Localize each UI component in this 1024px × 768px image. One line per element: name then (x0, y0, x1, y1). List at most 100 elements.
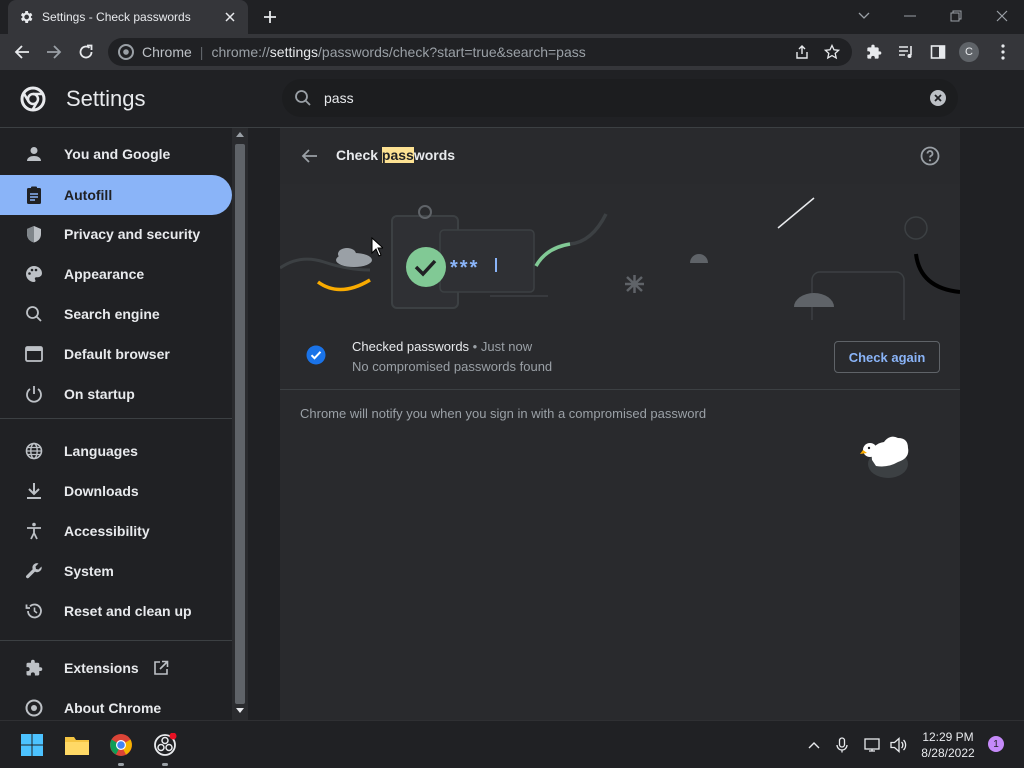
network-icon[interactable] (863, 735, 883, 755)
chrome-logo-icon (20, 86, 46, 112)
back-arrow-icon[interactable] (298, 144, 322, 168)
address-bar[interactable]: Chrome | chrome://settings/passwords/che… (108, 38, 852, 66)
sidebar-item-autofill[interactable]: Autofill (0, 175, 232, 215)
external-link-icon (153, 660, 169, 676)
sidebar-item-label: Search engine (64, 306, 160, 322)
chrome-taskbar-icon[interactable] (107, 731, 135, 759)
password-check-status: Checked passwords • Just now No compromi… (280, 320, 960, 390)
sidebar-item-on-startup[interactable]: On startup (0, 374, 232, 414)
sidebar-item-default-browser[interactable]: Default browser (0, 334, 232, 374)
sidebar-item-downloads[interactable]: Downloads (0, 471, 232, 511)
notification-badge[interactable]: 1 (988, 736, 1004, 752)
sidebar-item-label: Downloads (64, 483, 139, 499)
system-clock[interactable]: 12:29 PM 8/28/2022 (912, 729, 984, 761)
scroll-down-arrow-icon[interactable] (236, 708, 244, 713)
file-explorer-icon[interactable] (63, 731, 91, 759)
url-prefix: chrome:// (211, 44, 270, 60)
sidebar-item-languages[interactable]: Languages (0, 431, 232, 471)
close-window-button[interactable] (984, 4, 1020, 28)
sidebar-item-label: Extensions (64, 660, 139, 676)
palette-icon (24, 264, 44, 284)
search-query: pass (324, 90, 354, 106)
sidebar-item-accessibility[interactable]: Accessibility (0, 511, 232, 551)
forward-arrow-icon[interactable] (41, 39, 67, 65)
minimize-button[interactable] (892, 4, 928, 28)
chrome-running-indicator (118, 763, 124, 766)
chevron-up-icon[interactable] (804, 735, 824, 755)
restore-button[interactable] (938, 4, 974, 28)
puzzle-icon[interactable] (861, 39, 887, 65)
chrome-icon (118, 44, 134, 60)
sidebar-item-privacy[interactable]: Privacy and security (0, 214, 232, 254)
profile-avatar[interactable]: C (959, 42, 979, 62)
sidebar-item-system[interactable]: System (0, 551, 232, 591)
accessibility-icon (24, 521, 44, 541)
browser-toolbar: Chrome | chrome://settings/passwords/che… (0, 34, 1024, 70)
settings-search-input[interactable]: pass (282, 79, 958, 117)
sidebar-item-label: Default browser (64, 346, 170, 362)
chrome-icon (24, 698, 44, 718)
media-control-icon[interactable] (893, 39, 919, 65)
sidebar-item-label: Reset and clean up (64, 603, 192, 619)
sidebar-item-you-and-google[interactable]: You and Google (0, 134, 232, 174)
microphone-icon[interactable] (832, 735, 852, 755)
sidebar-divider (0, 640, 232, 641)
more-menu-icon[interactable] (990, 39, 1016, 65)
side-panel-icon[interactable] (925, 39, 951, 65)
volume-icon[interactable] (889, 735, 909, 755)
tab-title: Settings - Check passwords (42, 10, 191, 24)
search-highlight: pass (381, 147, 414, 163)
back-arrow-icon[interactable] (9, 39, 35, 65)
search-icon (294, 89, 312, 107)
status-timestamp: • Just now (469, 339, 533, 354)
url-host: settings (269, 44, 319, 60)
settings-sidebar: You and Google Autofill Privacy and secu… (0, 128, 232, 720)
scroll-up-arrow-icon[interactable] (236, 132, 244, 137)
windows-start-icon[interactable] (18, 731, 46, 759)
status-title-text: Checked passwords (352, 339, 470, 354)
tab-search-icon[interactable] (846, 4, 882, 28)
shield-icon (24, 224, 44, 244)
reload-icon[interactable] (73, 39, 99, 65)
card-header: Check passwords (280, 128, 960, 184)
tab-strip: Settings - Check passwords (0, 0, 1024, 34)
sidebar-item-reset[interactable]: Reset and clean up (0, 591, 232, 631)
omnibox-site-label: Chrome (142, 44, 192, 60)
new-tab-button[interactable] (258, 6, 282, 28)
star-icon[interactable] (820, 40, 844, 64)
search-icon (24, 304, 44, 324)
status-subtitle: No compromised passwords found (352, 359, 553, 374)
sidebar-item-extensions[interactable]: Extensions (0, 648, 232, 688)
sidebar-item-search-engine[interactable]: Search engine (0, 294, 232, 334)
share-icon[interactable] (790, 40, 814, 64)
browser-icon (24, 344, 44, 364)
power-icon (24, 384, 44, 404)
sidebar-item-label: You and Google (64, 146, 171, 162)
download-icon (24, 481, 44, 501)
help-icon[interactable] (918, 144, 942, 168)
sidebar-scrollbar[interactable] (232, 128, 248, 720)
puzzle-icon (24, 658, 44, 678)
check-again-button[interactable]: Check again (834, 341, 940, 373)
obs-running-indicator (162, 763, 168, 766)
password-stars: *** (450, 257, 479, 279)
sidebar-item-appearance[interactable]: Appearance (0, 254, 232, 294)
sidebar-item-label: Appearance (64, 266, 145, 282)
notify-description: Chrome will notify you when you sign in … (300, 406, 707, 421)
url-path: /passwords/check?start=true&search=pass (318, 44, 586, 60)
obs-icon[interactable] (151, 731, 179, 759)
close-icon[interactable] (222, 9, 238, 25)
wrench-icon (24, 561, 44, 581)
sidebar-item-label: System (64, 563, 114, 579)
page-title: Settings (66, 86, 146, 111)
check-passwords-card: Check passwords *** Checked passwords • … (280, 128, 960, 720)
history-icon (24, 601, 44, 621)
clock-date: 8/28/2022 (921, 746, 975, 760)
title-text-after: words (413, 147, 456, 163)
right-gutter (960, 128, 1024, 720)
clear-search-icon[interactable] (928, 88, 948, 108)
globe-icon (24, 441, 44, 461)
tab-settings[interactable]: Settings - Check passwords (8, 0, 248, 34)
scrollbar-thumb[interactable] (235, 144, 245, 704)
sidebar-item-label: Languages (64, 443, 138, 459)
